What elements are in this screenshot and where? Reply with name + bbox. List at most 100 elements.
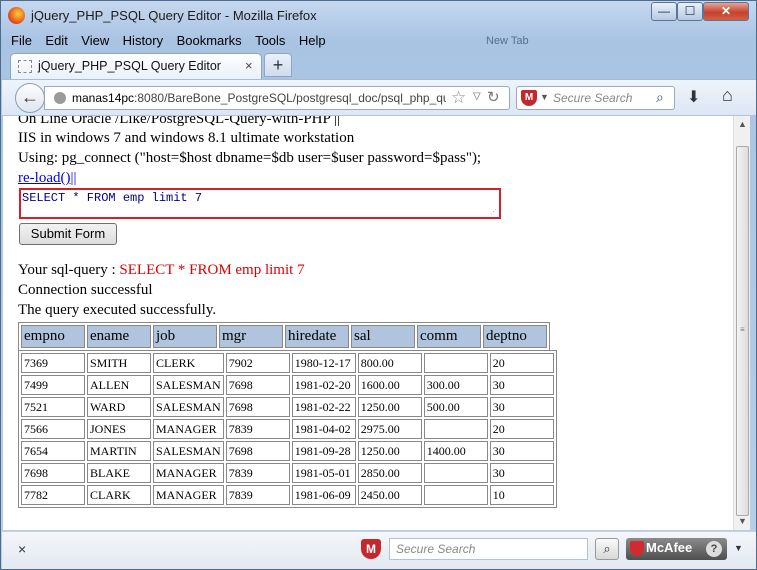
table-cell: 2850.00 <box>357 463 422 483</box>
background-tab: New Tab <box>486 35 529 47</box>
reload-icon[interactable]: ↻ <box>487 88 500 106</box>
table-cell: BLAKE <box>87 463 151 483</box>
menu-history[interactable]: History <box>123 33 163 48</box>
minimize-button[interactable]: — <box>651 2 677 21</box>
result-data-table: 7369 SMITH CLERK 7902 1980-12-17 800.00 … <box>18 350 557 508</box>
table-cell: 1600.00 <box>357 375 422 395</box>
url-bar[interactable]: manas14pc:8080/BareBone_PostgreSQL/postg… <box>44 86 510 110</box>
table-cell: 7566 <box>21 419 85 439</box>
download-icon[interactable]: ⬇ <box>687 87 700 107</box>
tab-close-icon[interactable]: × <box>245 58 253 73</box>
table-cell: 7839 <box>225 419 290 439</box>
table-cell: 7902 <box>225 353 290 373</box>
table-cell: 30 <box>489 397 554 417</box>
page-icon <box>18 60 32 73</box>
column-header: mgr <box>219 325 283 348</box>
table-cell: 30 <box>489 441 554 461</box>
menu-file[interactable]: File <box>11 33 32 48</box>
status-dropdown-icon[interactable]: ▼ <box>734 543 743 553</box>
navigation-bar: manas14pc:8080/BareBone_PostgreSQL/postg… <box>2 79 756 115</box>
table-cell: 7698 <box>225 375 290 395</box>
home-icon[interactable]: ⌂ <box>722 85 733 106</box>
table-cell: 7839 <box>225 463 290 483</box>
title-bar: jQuery_PHP_PSQL Query Editor - Mozilla F… <box>1 1 756 31</box>
page-heading-line: On Line Oracle /Like/PostgreSQL-Query-wi… <box>18 116 341 127</box>
column-header: comm <box>417 325 481 348</box>
grip-icon: ≡ <box>740 325 745 334</box>
tab-query-editor[interactable]: jQuery_PHP_PSQL Query Editor × <box>10 53 262 79</box>
menu-tools[interactable]: Tools <box>255 33 285 48</box>
reload-link[interactable]: re-load() <box>18 170 70 186</box>
back-button[interactable]: ← <box>15 83 45 113</box>
url-path: :8080/BareBone_PostgreSQL/postgresql_doc… <box>134 91 446 105</box>
new-tab-button[interactable]: + <box>264 53 292 77</box>
table-cell: MANAGER <box>153 463 224 483</box>
scroll-down-icon[interactable]: ▼ <box>738 516 747 526</box>
column-header: deptno <box>483 325 547 348</box>
table-cell: 2450.00 <box>357 485 422 505</box>
table-cell: 10 <box>489 485 554 505</box>
scroll-up-icon[interactable]: ▲ <box>738 119 747 129</box>
search-engine-dropdown-icon[interactable]: ▼ <box>540 92 549 102</box>
table-cell: 7369 <box>21 353 85 373</box>
search-icon[interactable]: ⌕ <box>656 89 664 106</box>
search-bar[interactable]: M ▼ Secure Search ⌕ <box>516 86 675 110</box>
table-cell: 1981-09-28 <box>291 441 356 461</box>
column-header: sal <box>351 325 415 348</box>
table-cell: SALESMAN <box>153 441 224 461</box>
mcafee-shield-icon[interactable]: M <box>361 539 381 559</box>
addon-search-button[interactable]: ⌕ <box>595 538 619 560</box>
tab-label: jQuery_PHP_PSQL Query Editor <box>38 59 221 73</box>
menu-bar: File Edit View History Bookmarks Tools H… <box>11 32 335 50</box>
menu-edit[interactable]: Edit <box>45 33 67 48</box>
table-cell: 1250.00 <box>357 397 422 417</box>
table-cell: 800.00 <box>357 353 422 373</box>
table-row: 7499 ALLEN SALESMAN 7698 1981-02-20 1600… <box>21 375 554 395</box>
vertical-scrollbar[interactable]: ▲ ≡ ▼ <box>733 116 750 530</box>
menu-view[interactable]: View <box>81 33 109 48</box>
table-row: 7698 BLAKE MANAGER 7839 1981-05-01 2850.… <box>21 463 554 483</box>
table-cell: 7698 <box>225 441 290 461</box>
table-cell: JONES <box>87 419 151 439</box>
menu-bookmarks[interactable]: Bookmarks <box>177 33 242 48</box>
table-cell: 1981-04-02 <box>291 419 356 439</box>
addon-search-input[interactable]: Secure Search <box>389 538 588 560</box>
mcafee-button[interactable]: McAfee ? <box>626 538 727 560</box>
maximize-button[interactable]: ☐ <box>677 2 703 21</box>
result-header-table: empno ename job mgr hiredate sal comm de… <box>18 322 550 351</box>
url-text[interactable]: manas14pc:8080/BareBone_PostgreSQL/postg… <box>72 91 446 105</box>
table-cell: MANAGER <box>153 485 224 505</box>
globe-icon <box>54 92 66 104</box>
connection-status: Connection successful <box>18 282 153 298</box>
table-cell: 7698 <box>225 397 290 417</box>
table-cell: 1981-06-09 <box>291 485 356 505</box>
table-row: 7521 WARD SALESMAN 7698 1981-02-22 1250.… <box>21 397 554 417</box>
sql-query-echo: Your sql-query : SELECT * FROM emp limit… <box>18 262 305 279</box>
scroll-thumb[interactable]: ≡ <box>736 146 749 516</box>
reload-line: re-load()|| <box>18 170 76 187</box>
search-placeholder: Secure Search <box>553 91 633 105</box>
table-row: 7782 CLARK MANAGER 7839 1981-06-09 2450.… <box>21 485 554 505</box>
table-cell <box>423 419 488 439</box>
url-dropdown-icon[interactable]: ▽ <box>473 91 481 102</box>
mcafee-label: McAfee <box>646 540 693 555</box>
table-cell: 7499 <box>21 375 85 395</box>
close-window-button[interactable]: ✕ <box>703 2 749 21</box>
table-cell: 1981-02-22 <box>291 397 356 417</box>
table-cell: 1400.00 <box>423 441 488 461</box>
help-icon[interactable]: ? <box>706 541 722 557</box>
browser-window: jQuery_PHP_PSQL Query Editor - Mozilla F… <box>0 0 757 570</box>
table-cell: 1981-05-01 <box>291 463 356 483</box>
menu-help[interactable]: Help <box>299 33 326 48</box>
table-row: 7566 JONES MANAGER 7839 1981-04-02 2975.… <box>21 419 554 439</box>
table-cell: 7782 <box>21 485 85 505</box>
table-cell: 7521 <box>21 397 85 417</box>
table-cell <box>423 463 488 483</box>
sql-query-input[interactable]: SELECT * FROM emp limit 7 <box>19 188 501 219</box>
resize-grip-icon[interactable]: ⋰ <box>490 208 497 216</box>
bookmark-star-icon[interactable]: ☆ <box>451 88 466 108</box>
submit-form-button[interactable]: Submit Form <box>19 223 117 245</box>
column-header: ename <box>87 325 151 348</box>
table-cell: 7654 <box>21 441 85 461</box>
close-addon-bar-icon[interactable]: × <box>18 541 26 557</box>
